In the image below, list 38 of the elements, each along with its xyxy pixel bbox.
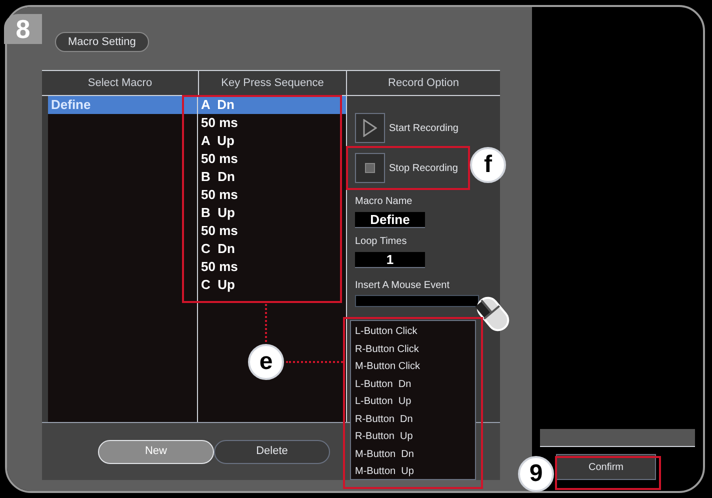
- sequence-item[interactable]: 50 ms: [198, 186, 346, 204]
- sequence-item[interactable]: C Dn: [198, 240, 346, 258]
- mouse-event-option[interactable]: R-Button Click: [355, 340, 419, 358]
- sequence-item[interactable]: A Dn: [198, 96, 346, 114]
- column-header: Key Press Sequence: [198, 71, 346, 95]
- sequence-item[interactable]: 50 ms: [198, 258, 346, 276]
- sequence-item[interactable]: B Up: [198, 204, 346, 222]
- sequence-item[interactable]: 50 ms: [198, 150, 346, 168]
- column-header: Select Macro: [86, 76, 154, 91]
- mouse-event-option[interactable]: L-Button Click: [355, 323, 418, 340]
- step-badge: 8: [4, 14, 42, 44]
- mouse-event-option[interactable]: R-Button Dn: [355, 410, 413, 428]
- record-label[interactable]: Stop Recording: [389, 160, 458, 176]
- confirm-button[interactable]: Confirm: [556, 454, 656, 480]
- leader-line: [286, 361, 343, 363]
- record-icon[interactable]: [355, 113, 385, 143]
- record-label[interactable]: Start Recording: [389, 120, 458, 136]
- field-label: Macro Name: [355, 195, 414, 209]
- panel-tab[interactable]: Macro Setting: [55, 32, 149, 52]
- field-label: Loop Times: [355, 235, 408, 249]
- sequence-item[interactable]: 50 ms: [198, 114, 346, 132]
- sequence-item[interactable]: A Up: [198, 132, 346, 150]
- input-field[interactable]: 1: [355, 252, 425, 268]
- sequence-item[interactable]: C Up: [198, 276, 346, 294]
- mouse-event-option[interactable]: M-Button Up: [355, 463, 414, 480]
- dropdown-field[interactable]: [355, 295, 479, 307]
- mouse-event-option[interactable]: L-Button Dn: [355, 376, 412, 393]
- input-field[interactable]: Define: [355, 212, 425, 228]
- sequence-item[interactable]: B Dn: [198, 168, 346, 186]
- column-header: Record Option: [346, 71, 500, 95]
- field-label: Insert A Mouse Event: [355, 279, 450, 293]
- sequence-item[interactable]: 50 ms: [198, 222, 346, 240]
- stop-icon[interactable]: [355, 153, 385, 183]
- mouse-event-option[interactable]: M-Button Dn: [355, 446, 414, 463]
- action-button[interactable]: Delete: [214, 440, 330, 464]
- mouse-event-option[interactable]: L-Button Up: [355, 393, 412, 410]
- mouse-event-option[interactable]: R-Button Up: [355, 428, 413, 446]
- mouse-event-option[interactable]: M-Button Click: [355, 358, 420, 376]
